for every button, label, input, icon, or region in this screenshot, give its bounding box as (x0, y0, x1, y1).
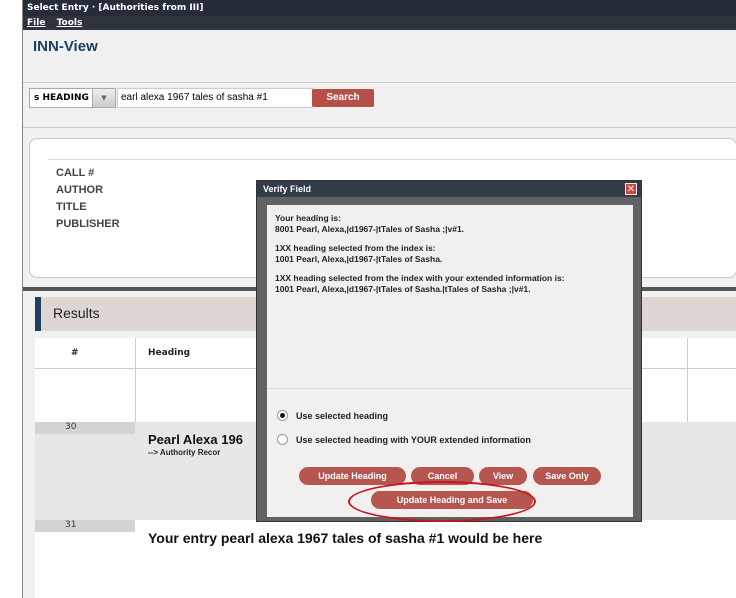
option-label: Use selected heading with YOUR extended … (296, 435, 531, 445)
divider (23, 127, 736, 128)
chevron-down-icon[interactable]: ▼ (92, 88, 116, 108)
index-heading-value: 1001 Pearl, Alexa,|d1967-|tTales of Sash… (275, 253, 443, 264)
menu-bar: File Tools (23, 16, 736, 30)
window-title: Select Entry · [Authorities from III] (23, 0, 736, 16)
dialog-title: Verify Field (257, 181, 641, 197)
column-header-number[interactable]: # (71, 338, 79, 368)
row-heading: Pearl Alexa 196 (148, 432, 243, 447)
radio-unselected-icon[interactable] (277, 434, 288, 446)
row-number-cell (35, 520, 135, 532)
close-icon[interactable]: ✕ (625, 183, 637, 195)
search-button[interactable]: Search (312, 89, 374, 107)
results-title: Results (53, 305, 100, 321)
update-heading-button[interactable]: Update Heading (299, 467, 406, 485)
search-input[interactable]: earl alexa 1967 tales of sasha #1 (117, 88, 313, 108)
menu-file[interactable]: File (27, 18, 45, 28)
row-number: 30 (65, 422, 77, 432)
option-use-selected-heading[interactable]: Use selected heading (277, 409, 388, 423)
row-authority-link[interactable]: --> Authority Recor (148, 448, 220, 457)
divider (267, 388, 633, 389)
index-heading-label: 1XX heading selected from the index is: (275, 243, 436, 253)
brand-title: INN-View (33, 38, 98, 55)
label-call-number: CALL # (56, 167, 95, 179)
row-number-cell (35, 422, 135, 434)
extended-heading-label: 1XX heading selected from the index with… (275, 273, 565, 283)
label-title: TITLE (56, 201, 87, 213)
verify-field-dialog: Verify Field ✕ Your heading is: 8001 Pea… (256, 180, 642, 522)
verify-message: Your heading is: 8001 Pearl, Alexa,|d196… (267, 205, 633, 388)
radio-selected-icon[interactable] (277, 410, 288, 422)
option-label: Use selected heading (296, 411, 389, 421)
annotation-highlight-ring (348, 481, 536, 522)
option-use-extended-heading[interactable]: Use selected heading with YOUR extended … (277, 433, 531, 447)
column-header-heading[interactable]: Heading (148, 338, 190, 368)
view-button[interactable]: View (479, 467, 527, 485)
label-publisher: PUBLISHER (56, 218, 120, 230)
heading-value: 8001 Pearl, Alexa,|d1967-|tTales of Sash… (275, 223, 465, 234)
index-select[interactable]: s HEADING (29, 88, 93, 108)
row-heading: Your entry pearl alexa 1967 tales of sas… (148, 530, 543, 546)
menu-tools[interactable]: Tools (57, 18, 83, 28)
extended-heading-value: 1001 Pearl, Alexa,|d1967-|tTales of Sash… (275, 283, 531, 294)
dialog-body: Your heading is: 8001 Pearl, Alexa,|d196… (267, 205, 633, 517)
heading-label: Your heading is: (275, 213, 341, 223)
row-number: 31 (65, 520, 77, 530)
divider (48, 159, 736, 160)
save-only-button[interactable]: Save Only (533, 467, 601, 485)
field-labels: CALL # AUTHOR TITLE PUBLISHER (56, 165, 120, 233)
label-author: AUTHOR (56, 184, 104, 196)
table-row[interactable]: 31 Your entry pearl alexa 1967 tales of … (35, 520, 736, 598)
divider (23, 82, 736, 83)
